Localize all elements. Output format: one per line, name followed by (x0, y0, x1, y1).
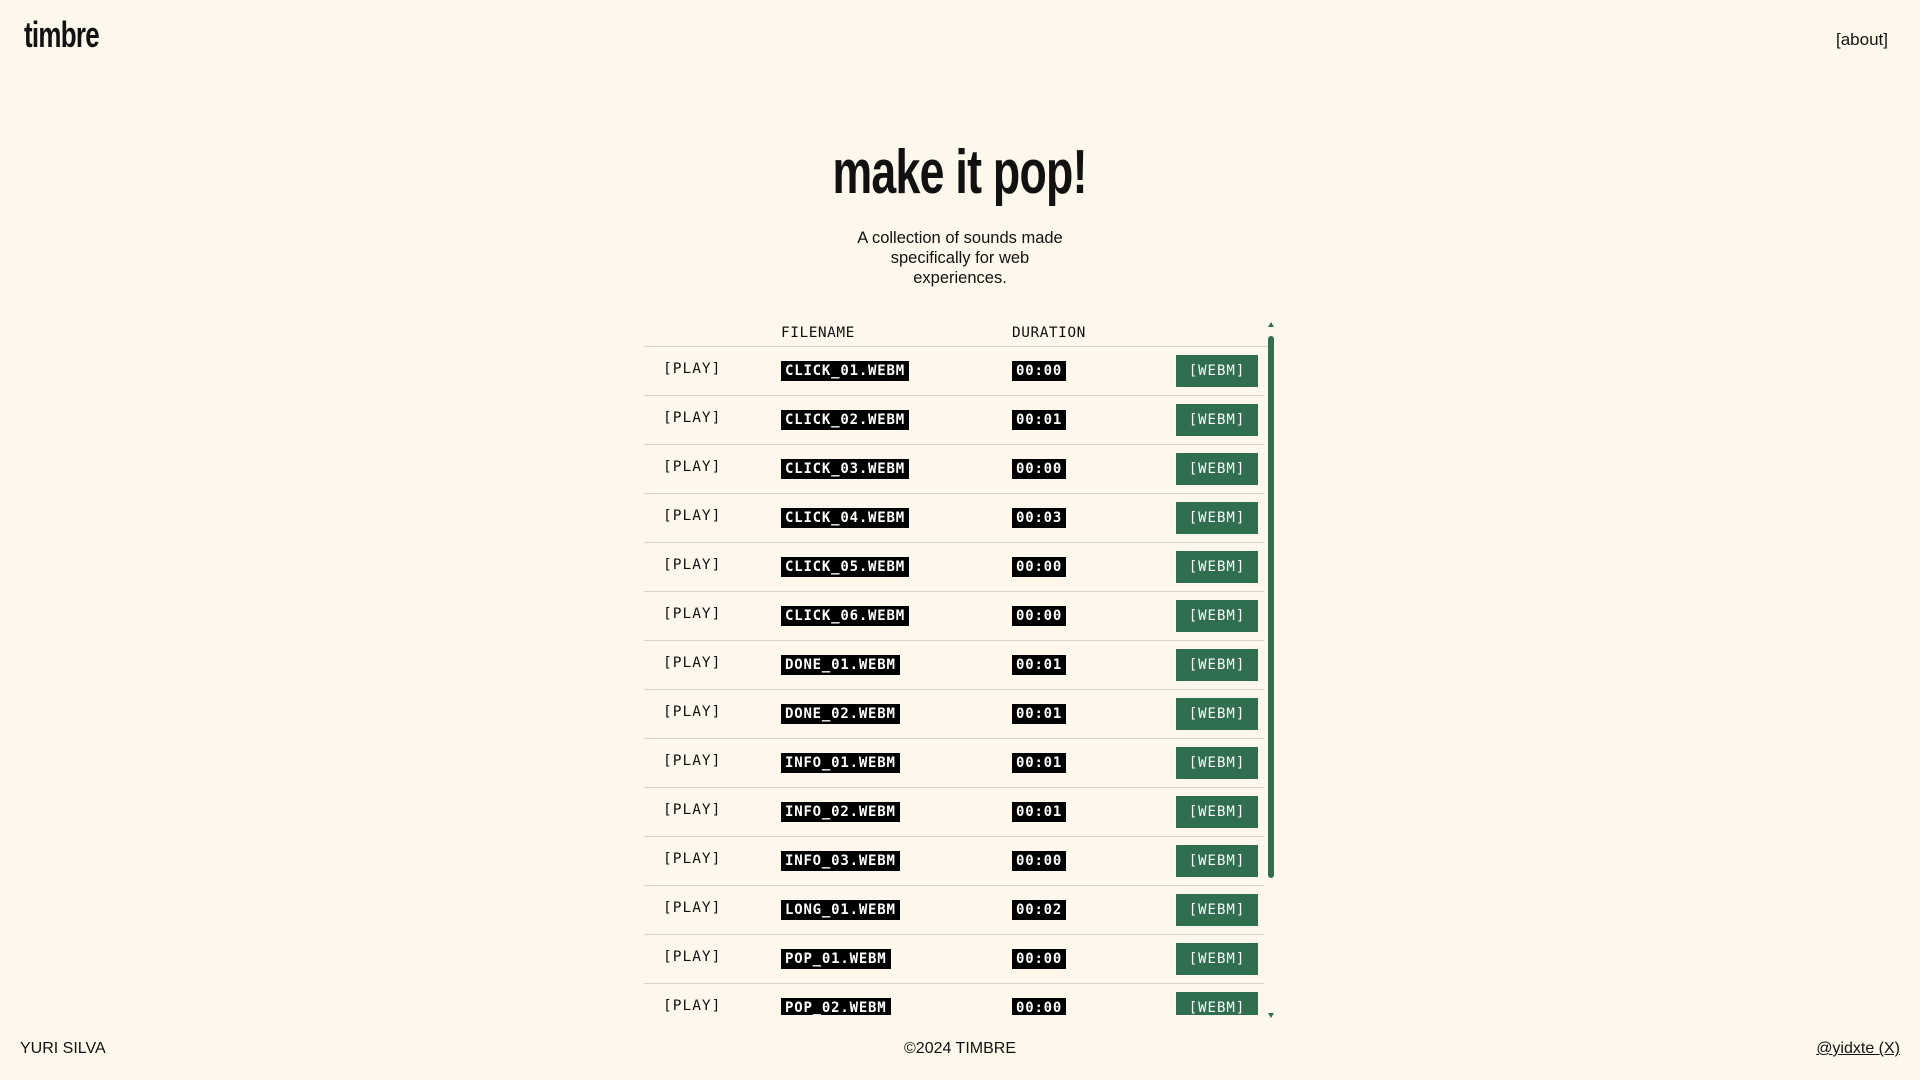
scroll-up-arrow-icon[interactable] (1268, 322, 1274, 327)
table-row: [PLAY] CLICK_06.WEBM 00:00 [WEBM] (644, 592, 1264, 641)
footer-social-link[interactable]: @yidxte (X) (1816, 1040, 1900, 1058)
filename-tag: CLICK_01.WEBM (781, 361, 909, 381)
table-row: [PLAY] INFO_02.WEBM 00:01 [WEBM] (644, 788, 1264, 837)
play-button[interactable]: [PLAY] (663, 802, 721, 818)
play-button[interactable]: [PLAY] (663, 704, 721, 720)
table-row: [PLAY] POP_01.WEBM 00:00 [WEBM] (644, 935, 1264, 984)
download-webm-button[interactable]: [WEBM] (1176, 698, 1258, 730)
table-row: [PLAY] POP_02.WEBM 00:00 [WEBM] (644, 984, 1264, 1015)
scroll-down-arrow-icon[interactable] (1268, 1013, 1274, 1018)
download-webm-button[interactable]: [WEBM] (1176, 845, 1258, 877)
duration-tag: 00:00 (1012, 949, 1067, 969)
filename-tag: CLICK_03.WEBM (781, 459, 909, 479)
table-row: [PLAY] CLICK_03.WEBM 00:00 [WEBM] (644, 445, 1264, 494)
duration-tag: 00:00 (1012, 361, 1067, 381)
filename-tag: CLICK_02.WEBM (781, 410, 909, 430)
table-row: [PLAY] CLICK_04.WEBM 00:03 [WEBM] (644, 494, 1264, 543)
table-row: [PLAY] DONE_02.WEBM 00:01 [WEBM] (644, 690, 1264, 739)
download-webm-button[interactable]: [WEBM] (1176, 453, 1258, 485)
table-header: FILENAME DURATION (644, 322, 1272, 347)
duration-tag: 00:03 (1012, 508, 1067, 528)
table-row: [PLAY] CLICK_02.WEBM 00:01 [WEBM] (644, 396, 1264, 445)
filename-tag: POP_02.WEBM (781, 998, 891, 1015)
table-scrollbar[interactable] (1266, 322, 1276, 1018)
download-webm-button[interactable]: [WEBM] (1176, 992, 1258, 1015)
download-webm-button[interactable]: [WEBM] (1176, 943, 1258, 975)
filename-tag: DONE_02.WEBM (781, 704, 900, 724)
download-webm-button[interactable]: [WEBM] (1176, 404, 1258, 436)
play-button[interactable]: [PLAY] (663, 753, 721, 769)
filename-tag: INFO_02.WEBM (781, 802, 900, 822)
page-subtitle: A collection of sounds made specifically… (857, 229, 1063, 287)
play-button[interactable]: [PLAY] (663, 459, 721, 475)
filename-tag: LONG_01.WEBM (781, 900, 900, 920)
play-button[interactable]: [PLAY] (663, 508, 721, 524)
download-webm-button[interactable]: [WEBM] (1176, 600, 1258, 632)
duration-tag: 00:01 (1012, 704, 1067, 724)
filename-tag: DONE_01.WEBM (781, 655, 900, 675)
duration-tag: 00:00 (1012, 606, 1067, 626)
hero: make it pop! A collection of sounds made… (0, 142, 1920, 288)
download-webm-button[interactable]: [WEBM] (1176, 747, 1258, 779)
duration-tag: 00:01 (1012, 753, 1067, 773)
table-row: [PLAY] INFO_01.WEBM 00:01 [WEBM] (644, 739, 1264, 788)
play-button[interactable]: [PLAY] (663, 949, 721, 965)
filename-tag: INFO_01.WEBM (781, 753, 900, 773)
filename-tag: POP_01.WEBM (781, 949, 891, 969)
play-button[interactable]: [PLAY] (663, 410, 721, 426)
column-header-duration: DURATION (1012, 325, 1086, 341)
play-button[interactable]: [PLAY] (663, 557, 721, 573)
filename-tag: CLICK_06.WEBM (781, 606, 909, 626)
duration-tag: 00:00 (1012, 459, 1067, 479)
footer-copyright: ©2024 TIMBRE (904, 1040, 1016, 1057)
table-row: [PLAY] DONE_01.WEBM 00:01 [WEBM] (644, 641, 1264, 690)
logo[interactable]: timbre (24, 14, 100, 56)
duration-tag: 00:00 (1012, 998, 1067, 1015)
sounds-table[interactable]: FILENAME DURATION [PLAY] CLICK_01.WEBM 00:… (644, 322, 1272, 1015)
page-title: make it pop! (832, 138, 1088, 207)
filename-tag: CLICK_04.WEBM (781, 508, 909, 528)
play-button[interactable]: [PLAY] (663, 655, 721, 671)
play-button[interactable]: [PLAY] (663, 900, 721, 916)
download-webm-button[interactable]: [WEBM] (1176, 894, 1258, 926)
duration-tag: 00:01 (1012, 802, 1067, 822)
download-webm-button[interactable]: [WEBM] (1176, 649, 1258, 681)
filename-tag: INFO_03.WEBM (781, 851, 900, 871)
about-link[interactable]: [about] (1836, 30, 1888, 50)
table-row: [PLAY] LONG_01.WEBM 00:02 [WEBM] (644, 886, 1264, 935)
table-row: [PLAY] CLICK_05.WEBM 00:00 [WEBM] (644, 543, 1264, 592)
play-button[interactable]: [PLAY] (663, 606, 721, 622)
filename-tag: CLICK_05.WEBM (781, 557, 909, 577)
play-button[interactable]: [PLAY] (663, 998, 721, 1014)
duration-tag: 00:01 (1012, 655, 1067, 675)
download-webm-button[interactable]: [WEBM] (1176, 355, 1258, 387)
duration-tag: 00:00 (1012, 557, 1067, 577)
table-row: [PLAY] CLICK_01.WEBM 00:00 [WEBM] (644, 347, 1264, 396)
column-header-filename: FILENAME (781, 325, 855, 341)
duration-tag: 00:01 (1012, 410, 1067, 430)
table-row: [PLAY] INFO_03.WEBM 00:00 [WEBM] (644, 837, 1264, 886)
duration-tag: 00:00 (1012, 851, 1067, 871)
download-webm-button[interactable]: [WEBM] (1176, 551, 1258, 583)
download-webm-button[interactable]: [WEBM] (1176, 796, 1258, 828)
play-button[interactable]: [PLAY] (663, 361, 721, 377)
download-webm-button[interactable]: [WEBM] (1176, 502, 1258, 534)
play-button[interactable]: [PLAY] (663, 851, 721, 867)
duration-tag: 00:02 (1012, 900, 1067, 920)
table-body: [PLAY] CLICK_01.WEBM 00:00 [WEBM] [PLAY] CLIC… (644, 347, 1272, 1015)
scrollbar-thumb[interactable] (1268, 336, 1274, 878)
